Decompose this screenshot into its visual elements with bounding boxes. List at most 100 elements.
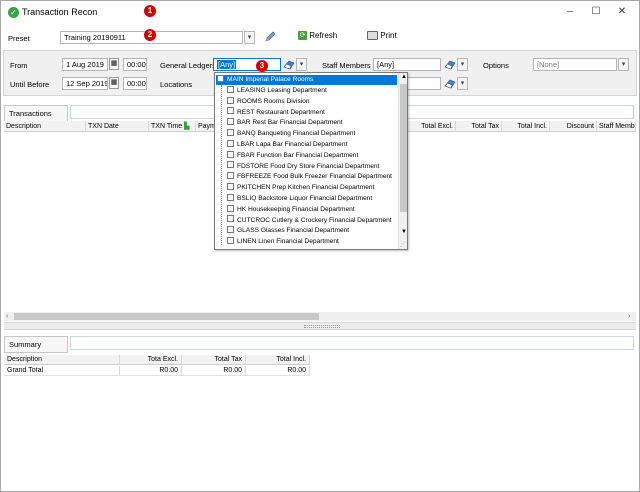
col-txn-date[interactable]: TXN Date: [86, 121, 149, 132]
locations-clear-eraser-icon[interactable]: [444, 78, 456, 89]
checkbox[interactable]: [227, 118, 234, 126]
preset-dropdown-button[interactable]: ▾: [244, 31, 255, 44]
splitter-grip-icon: [304, 325, 340, 328]
tab-transactions[interactable]: Transactions: [4, 105, 68, 122]
ledger-item[interactable]: GLASS Glasses Financial Department: [227, 226, 349, 236]
until-time-field[interactable]: 00:00: [123, 77, 147, 90]
staff-members-dropdown-button[interactable]: ▾: [457, 58, 468, 71]
options-dropdown-button[interactable]: ▾: [618, 58, 629, 71]
ledger-item[interactable]: BAR Rest Bar Financial Department: [227, 118, 343, 128]
clear-eraser-icon[interactable]: [283, 59, 295, 70]
locations-dropdown-button[interactable]: ▾: [457, 77, 468, 90]
checkbox[interactable]: [227, 204, 234, 212]
checkbox[interactable]: [227, 128, 234, 136]
from-time-field[interactable]: 00:00: [123, 58, 147, 71]
ledger-item[interactable]: PKITCHEN Prep Kitchen Financial Departme…: [227, 182, 375, 193]
transactions-hscrollbar[interactable]: ‹ ›: [4, 312, 636, 321]
ledger-item[interactable]: FBAR Function Bar Financial Department: [227, 150, 358, 161]
col-total-incl[interactable]: Total Incl.: [502, 121, 550, 132]
ledger-item-label: CUTCROC Cutlery & Crockery Financial Dep…: [237, 216, 392, 224]
checkbox[interactable]: [227, 172, 234, 180]
from-date-field[interactable]: 1 Aug 2019: [62, 58, 108, 71]
checkbox[interactable]: [227, 193, 234, 201]
until-calendar-icon[interactable]: ▦: [109, 77, 119, 89]
summary-col-total-tax[interactable]: Total Tax: [182, 355, 246, 365]
checkbox[interactable]: [227, 85, 234, 93]
ledger-item-label: BSLIQ Backstore Liquor Financial Departm…: [237, 195, 373, 202]
checkbox[interactable]: [227, 236, 234, 244]
edit-preset-icon[interactable]: [264, 30, 276, 43]
ledger-item[interactable]: LBAR Lapa Bar Financial Department: [227, 139, 348, 150]
col-description[interactable]: Description: [4, 121, 86, 132]
dropdown-scroll-thumb[interactable]: [400, 84, 407, 212]
col-discount[interactable]: Discount: [550, 121, 597, 132]
checkbox[interactable]: [227, 150, 234, 158]
ledger-item[interactable]: FBFREEZE Food Bulk Freezer Financial Dep…: [227, 172, 392, 182]
checkbox[interactable]: [227, 226, 234, 234]
col-payment[interactable]: Paymen: [196, 121, 216, 132]
checkbox[interactable]: [227, 161, 234, 169]
options-label: Options: [483, 61, 509, 70]
checkbox[interactable]: [227, 107, 234, 115]
options-field[interactable]: [None]: [533, 58, 617, 71]
maximize-button[interactable]: ☐: [587, 5, 605, 19]
ledger-item[interactable]: LEASING Leasing Department: [227, 85, 327, 96]
checkbox[interactable]: [227, 215, 234, 223]
ledger-item-label: LEASING Leasing Department: [237, 87, 327, 94]
callout-marker-1: 1: [144, 5, 156, 17]
dropdown-vscrollbar[interactable]: ▲ ▼: [398, 73, 407, 249]
window-title: Transaction Recon: [22, 7, 98, 17]
close-button[interactable]: ✕: [613, 5, 631, 19]
ledger-item-label: PKITCHEN Prep Kitchen Financial Departme…: [237, 184, 375, 192]
scroll-thumb[interactable]: [14, 313, 319, 320]
ledger-item-label: LBAR Lapa Bar Financial Department: [237, 141, 348, 148]
ledger-item[interactable]: BSLIQ Backstore Liquor Financial Departm…: [227, 193, 373, 204]
general-ledgers-dropdown-button[interactable]: ▾: [296, 58, 307, 71]
until-date-field[interactable]: 12 Sep 2019: [62, 77, 108, 90]
summary-col-total-excl[interactable]: Tota Excl.: [120, 355, 182, 365]
staff-clear-eraser-icon[interactable]: [444, 59, 456, 70]
tree-connector: [221, 85, 222, 245]
staff-members-field[interactable]: [Any]: [373, 58, 441, 71]
from-calendar-icon[interactable]: ▦: [109, 58, 119, 70]
ledger-item[interactable]: BANQ Banqueting Financial Department: [227, 128, 355, 139]
scroll-up-arrow-icon[interactable]: ▲: [400, 74, 407, 80]
resize-grip-icon[interactable]: ⋰: [400, 241, 406, 248]
ledger-root-item[interactable]: MAIN Imperial Palace Rooms: [217, 74, 313, 85]
locations-label: Locations: [160, 80, 193, 89]
refresh-button[interactable]: ⟳ Refresh: [298, 31, 338, 41]
table-row[interactable]: Grand Total R0.00 R0.00 R0.00: [4, 366, 310, 376]
scroll-right-arrow-icon[interactable]: ›: [628, 312, 630, 321]
ledger-item-label: REST Restaurant Department: [237, 108, 325, 116]
tab-summary[interactable]: Summary: [4, 336, 68, 353]
ledger-item[interactable]: HK Housekeeping Financial Department: [227, 204, 355, 215]
scroll-down-arrow-icon[interactable]: ▼: [400, 229, 407, 235]
staff-members-label: Staff Members: [322, 61, 371, 70]
col-staff-member[interactable]: Staff Membe: [597, 121, 636, 132]
ledger-item[interactable]: CUTCROC Cutlery & Crockery Financial Dep…: [227, 215, 392, 226]
ledger-item[interactable]: REST Restaurant Department: [227, 107, 325, 118]
col-txn-time[interactable]: TXN Time ▙: [149, 121, 196, 132]
print-button[interactable]: Print: [367, 31, 397, 41]
summary-cell-total-incl: R0.00: [246, 366, 310, 376]
summary-col-description[interactable]: Description: [4, 355, 120, 365]
ledger-item[interactable]: FDSTORE Food Dry Store Financial Departm…: [227, 161, 380, 172]
col-total-tax[interactable]: Total Tax: [456, 121, 502, 132]
ledger-item-label: FBFREEZE Food Bulk Freezer Financial Dep…: [237, 173, 393, 181]
splitter-handle[interactable]: [4, 322, 636, 330]
ledger-item[interactable]: ROOMS Rooms Division: [227, 96, 310, 107]
checkbox[interactable]: [217, 74, 224, 82]
title-bar: ✓ Transaction Recon – ☐ ✕: [1, 1, 638, 23]
checkbox[interactable]: [227, 139, 234, 147]
general-ledgers-field[interactable]: [Any]: [213, 58, 281, 71]
ledger-item[interactable]: LINEN Linen Financial Department: [227, 236, 339, 247]
sort-chart-icon: ▙: [184, 123, 190, 130]
checkbox[interactable]: [227, 182, 234, 190]
scroll-left-arrow-icon[interactable]: ‹: [6, 312, 8, 321]
summary-col-total-incl[interactable]: Total Incl.: [246, 355, 310, 365]
col-total-excl[interactable]: Total Excl.: [408, 121, 456, 132]
refresh-label: Refresh: [309, 31, 338, 40]
minimize-button[interactable]: –: [561, 5, 579, 19]
checkbox[interactable]: [227, 96, 234, 104]
ledger-item-label: FDSTORE Food Dry Store Financial Departm…: [237, 162, 380, 170]
